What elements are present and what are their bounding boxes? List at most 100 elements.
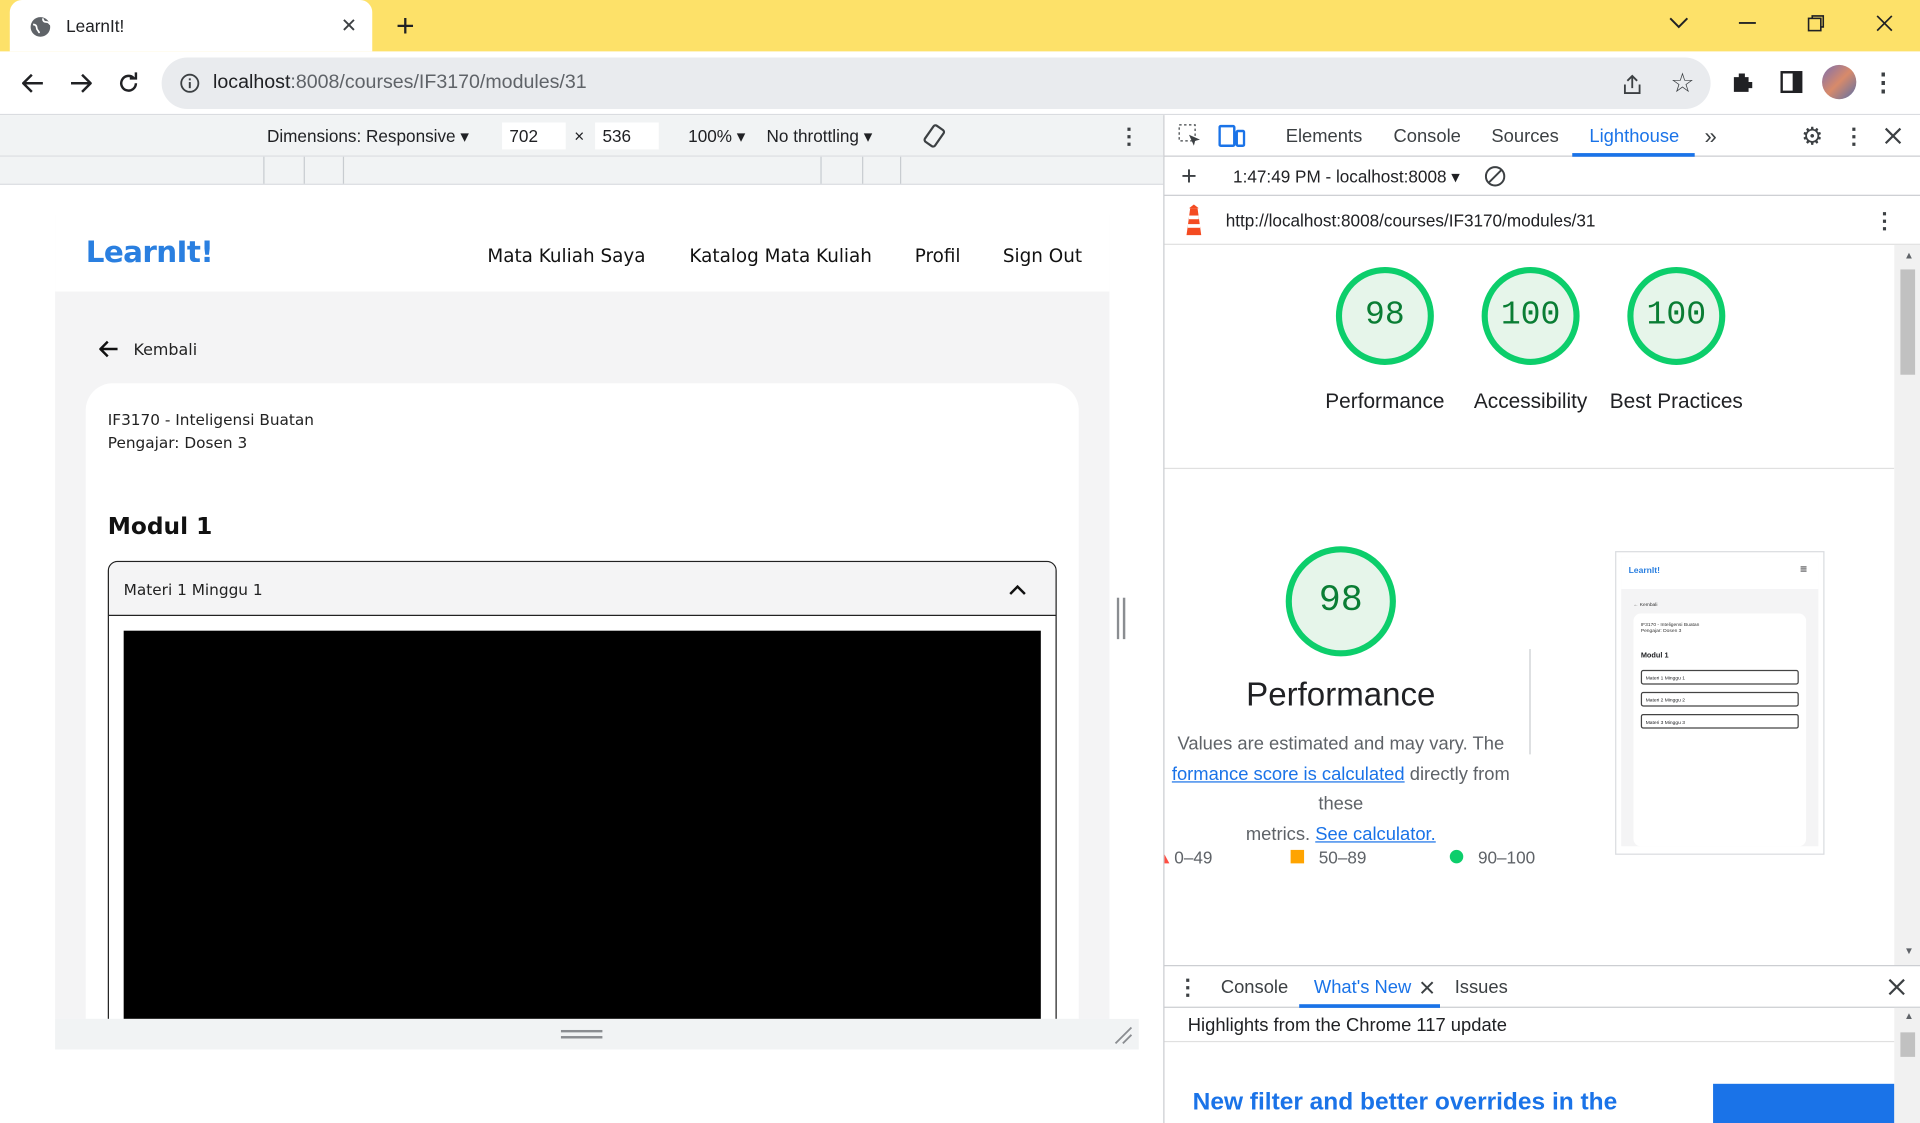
new-tab-icon[interactable]: +: [389, 7, 421, 44]
material-accordion: Materi 1 Minggu 1: [107, 560, 1057, 1019]
dimensions-times: ×: [574, 126, 585, 146]
drawer-menu-icon[interactable]: ⋮: [1177, 974, 1199, 1001]
thumb-course-teacher: Pengajar: Dosen 3: [1640, 627, 1682, 634]
resize-handle-icon: [560, 1029, 603, 1039]
legend-fail-label: 0–49: [1174, 847, 1213, 868]
viewport-resize-bar[interactable]: [55, 1018, 1139, 1050]
clear-reports-icon[interactable]: [1483, 164, 1507, 188]
nav-sign-out[interactable]: Sign Out: [1003, 245, 1082, 267]
final-screenshot[interactable]: LearnIt! ≡ ← Kembali IF3170 - Inteligens…: [1615, 551, 1825, 855]
thumb-course: IF3170 - Inteligensi Buatan Pengajar: Do…: [1641, 621, 1700, 633]
lighthouse-toolbar: + 1:47:49 PM - localhost:8008 ▾: [1164, 157, 1920, 196]
drawer-highlight-bar: Highlights from the Chrome 117 update: [1164, 1008, 1895, 1043]
throttling-dropdown[interactable]: No throttling ▾: [767, 126, 873, 147]
site-info-icon[interactable]: [179, 72, 201, 94]
score-value: 100: [1646, 297, 1707, 335]
scroll-thumb[interactable]: [1900, 269, 1916, 375]
side-panel-icon[interactable]: [1777, 67, 1806, 96]
devtools-drawer: ⋮ Console What's New Issues Highlights f…: [1164, 965, 1920, 1123]
dimensions-label: Dimensions: Responsive: [266, 126, 456, 146]
score-label-best-practices: Best Practices: [1609, 389, 1743, 413]
calculator-link[interactable]: See calculator.: [1315, 824, 1435, 845]
extensions-icon[interactable]: [1728, 67, 1757, 96]
tab-search-icon[interactable]: [1665, 10, 1692, 37]
bookmark-star-icon[interactable]: ☆: [1669, 67, 1696, 98]
zoom-dropdown[interactable]: 100% ▾: [688, 126, 745, 147]
whats-new-heading[interactable]: New filter and better overrides in the: [1193, 1089, 1618, 1117]
perf-score-link[interactable]: formance score is calculated: [1172, 764, 1405, 785]
nav-mata-kuliah-saya[interactable]: Mata Kuliah Saya: [487, 245, 645, 267]
tab-sources[interactable]: Sources: [1491, 126, 1558, 147]
close-drawer-tab-icon[interactable]: [1417, 977, 1437, 997]
viewport-height-input[interactable]: [595, 122, 659, 150]
tab-elements[interactable]: Elements: [1286, 126, 1363, 147]
url-text: localhost:8008/courses/IF3170/modules/31: [213, 72, 587, 94]
score-value: 100: [1500, 297, 1561, 335]
site-logo[interactable]: LearnIt!: [86, 235, 214, 269]
viewport-width-input[interactable]: [502, 122, 566, 150]
thumb-item-2: Materi 2 Minggu 2: [1640, 691, 1799, 707]
nav-profil[interactable]: Profil: [915, 245, 961, 267]
nav-katalog-mata-kuliah[interactable]: Katalog Mata Kuliah: [689, 245, 872, 267]
tab-console[interactable]: Console: [1393, 126, 1460, 147]
drawer-tab-whats-new[interactable]: What's New: [1314, 977, 1411, 998]
drawer-scrollbar[interactable]: ▲: [1894, 1007, 1920, 1123]
device-toggle-icon[interactable]: [1218, 122, 1246, 149]
tab-lighthouse[interactable]: Lighthouse: [1589, 126, 1679, 147]
url-host: localhost: [213, 72, 291, 94]
scroll-up-icon[interactable]: ▲: [1904, 250, 1914, 261]
inspect-element-icon[interactable]: [1177, 122, 1204, 149]
browser-menu-icon[interactable]: ⋮: [1871, 67, 1895, 96]
thumb-card: IF3170 - Inteligensi Buatan Pengajar: Do…: [1633, 613, 1807, 847]
report-selector[interactable]: 1:47:49 PM - localhost:8008 ▾: [1233, 167, 1460, 188]
perf-desc-line3: metrics.: [1245, 823, 1311, 845]
window-close-icon[interactable]: [1871, 10, 1898, 37]
reload-icon[interactable]: [113, 67, 145, 99]
drawer-tab-console[interactable]: Console: [1221, 977, 1288, 998]
score-gauge-best-practices[interactable]: 100: [1627, 266, 1726, 365]
drawer-tab-issues[interactable]: Issues: [1455, 977, 1508, 998]
scroll-down-icon[interactable]: ▼: [1904, 945, 1914, 956]
restore-icon[interactable]: [1802, 10, 1829, 37]
site-navbar: LearnIt! Mata Kuliah Saya Katalog Mata K…: [55, 215, 1110, 292]
report-menu-icon[interactable]: ⋮: [1873, 206, 1895, 235]
fail-triangle-icon: [1164, 849, 1170, 864]
back-arrow-icon[interactable]: [17, 67, 49, 99]
report-url[interactable]: http://localhost:8008/courses/IF3170/mod…: [1226, 211, 1596, 231]
forward-arrow-icon[interactable]: [65, 67, 97, 99]
score-gauge-performance[interactable]: 98: [1335, 266, 1434, 365]
profile-avatar[interactable]: [1822, 64, 1857, 100]
accordion-header[interactable]: Materi 1 Minggu 1: [108, 562, 1056, 616]
dimensions-dropdown[interactable]: Dimensions: Responsive ▾: [267, 126, 469, 147]
minimize-icon[interactable]: [1734, 10, 1761, 37]
legend-average-label: 50–89: [1318, 847, 1367, 868]
close-drawer-icon[interactable]: [1883, 974, 1910, 1001]
pass-circle-icon: [1449, 849, 1464, 864]
drawer-scroll-thumb[interactable]: [1900, 1032, 1916, 1057]
browser-tab[interactable]: LearnIt! ✕: [9, 0, 373, 52]
chevron-up-icon[interactable]: [1009, 580, 1026, 602]
average-square-icon: [1290, 849, 1305, 864]
device-toolbar-menu-icon[interactable]: ⋮: [1118, 122, 1140, 149]
settings-gear-icon[interactable]: ⚙: [1799, 122, 1826, 150]
url-path: :8008/courses/IF3170/modules/31: [290, 72, 587, 94]
video-player[interactable]: [123, 630, 1041, 1019]
lighthouse-report: 98 Performance 100 Accessibility 100 Bes…: [1164, 245, 1895, 965]
share-icon[interactable]: [1619, 71, 1646, 98]
new-report-icon[interactable]: +: [1177, 160, 1201, 191]
report-scrollbar[interactable]: ▲ ▼: [1894, 244, 1920, 966]
score-gauge-accessibility[interactable]: 100: [1481, 266, 1580, 365]
devtools-menu-icon[interactable]: ⋮: [1843, 122, 1865, 149]
browser-toolbar: localhost:8008/courses/IF3170/modules/31…: [0, 51, 1920, 116]
address-bar[interactable]: localhost:8008/courses/IF3170/modules/31…: [161, 57, 1711, 109]
drawer-scroll-up-icon[interactable]: ▲: [1904, 1010, 1914, 1021]
course-teacher: Pengajar: Dosen 3: [107, 433, 248, 452]
performance-gauge-large: 98: [1285, 546, 1396, 657]
side-resize-handle[interactable]: [1116, 597, 1127, 640]
close-tab-icon[interactable]: ✕: [338, 15, 360, 37]
thumb-item-1: Materi 1 Minggu 1: [1640, 669, 1799, 685]
close-devtools-icon[interactable]: [1880, 122, 1907, 149]
thumb-navbar: LearnIt! ≡: [1621, 557, 1819, 590]
more-tabs-icon[interactable]: »: [1698, 123, 1722, 148]
rotate-icon[interactable]: [921, 122, 948, 149]
